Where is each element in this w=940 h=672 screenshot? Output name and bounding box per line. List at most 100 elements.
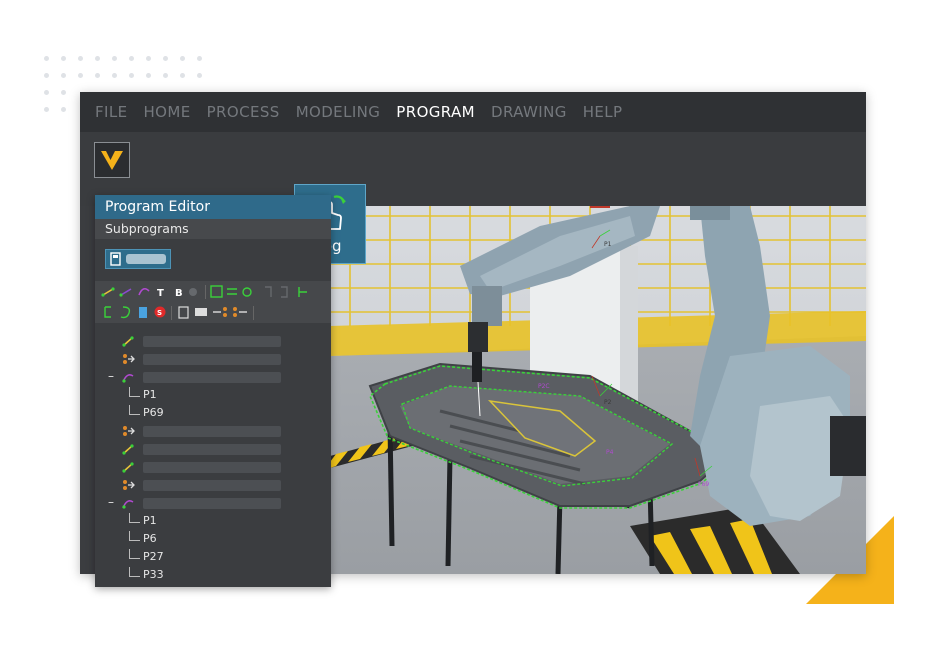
tree-branch-line (129, 513, 140, 523)
decorative-dot (61, 107, 66, 112)
add-joint-path-icon[interactable] (119, 288, 132, 297)
path-yellow-icon (122, 462, 134, 473)
menu-file[interactable]: FILE (95, 103, 128, 121)
tree-item-name-field (143, 372, 281, 383)
decorative-dot (129, 56, 134, 61)
path-yellow-icon (122, 336, 134, 347)
tree-item[interactable] (95, 333, 331, 349)
point-label-p69: P69 (698, 481, 709, 488)
io-orange-icon (123, 480, 135, 490)
point-label-p2c: P2C (538, 383, 550, 390)
decorative-dot (163, 73, 168, 78)
tree-item-name-field (143, 426, 281, 437)
tree-item[interactable] (95, 423, 331, 439)
tree-item[interactable] (95, 351, 331, 367)
decorative-dot (61, 73, 66, 78)
tree-item-expanded[interactable]: – (95, 495, 331, 511)
collapse-icon[interactable]: – (108, 495, 114, 509)
app-logo[interactable] (94, 142, 130, 178)
tool-t-button[interactable]: T (157, 288, 164, 299)
decorative-dot (44, 107, 49, 112)
decorative-dot (197, 56, 202, 61)
return-icon[interactable] (281, 286, 288, 298)
tree-item-name-field (143, 354, 281, 365)
add-linear-path-icon[interactable] (101, 287, 115, 297)
decorative-dot (78, 56, 83, 61)
timer-icon[interactable] (139, 307, 147, 318)
tree-child[interactable]: P1 (95, 387, 331, 403)
loop-icon[interactable] (242, 287, 252, 297)
tree-item-name-field (143, 498, 281, 509)
collapse-icon[interactable]: – (108, 369, 114, 383)
wait-icon[interactable] (104, 306, 111, 318)
record-icon[interactable] (189, 288, 197, 296)
decorative-dot (163, 56, 168, 61)
path-yellow-icon (122, 444, 134, 455)
tree-item-name-field (143, 336, 281, 347)
menu-program[interactable]: PROGRAM (396, 103, 475, 121)
tree-branch-line (129, 387, 140, 397)
tree-child-label: P1 (143, 514, 157, 527)
menu-bar: FILE HOME PROCESS MODELING PROGRAM DRAWI… (80, 92, 866, 132)
tree-item[interactable] (95, 441, 331, 457)
tree-item-name-field (143, 480, 281, 491)
tree-item-expanded[interactable]: – (95, 369, 331, 385)
decorative-dot (146, 56, 151, 61)
menu-help[interactable]: HELP (583, 103, 623, 121)
tree-branch-line (129, 567, 140, 577)
decorative-dot (95, 56, 100, 61)
tree-item[interactable] (95, 477, 331, 493)
refresh-icon[interactable] (120, 306, 131, 319)
list-icon[interactable] (227, 288, 237, 295)
path-purple-icon (122, 374, 134, 383)
tool-b-button[interactable]: B (175, 288, 183, 299)
tree-child[interactable]: P1 (95, 513, 331, 529)
menu-process[interactable]: PROCESS (207, 103, 280, 121)
step-icon[interactable] (265, 286, 272, 297)
menu-home[interactable]: HOME (144, 103, 191, 121)
decorative-dot (78, 73, 83, 78)
tree-child-label: P1 (143, 388, 157, 401)
tree-child-label: P69 (143, 406, 164, 419)
decorative-dot (197, 73, 202, 78)
tree-child-label: P27 (143, 550, 164, 563)
tree-child[interactable]: P33 (95, 567, 331, 583)
decorative-dot (61, 56, 66, 61)
decorative-dot (95, 73, 100, 78)
io-orange-icon (123, 426, 135, 436)
menu-drawing[interactable]: DRAWING (491, 103, 567, 121)
decorative-dot (112, 73, 117, 78)
program-toolbar: T B S (95, 281, 331, 323)
print-icon[interactable] (195, 308, 207, 316)
point-label-p4: P4 (606, 449, 614, 456)
stop-icon-glyph: S (157, 309, 162, 317)
panel-subtitle: Subprograms (95, 219, 331, 239)
add-arc-path-icon[interactable] (138, 287, 150, 296)
subprogram-selector[interactable] (105, 249, 171, 269)
tree-child[interactable]: P69 (95, 405, 331, 421)
decorative-dot (129, 73, 134, 78)
decorative-dot (180, 56, 185, 61)
tree-child[interactable]: P27 (95, 549, 331, 565)
branch-icon[interactable] (298, 287, 307, 297)
file-icon (110, 252, 121, 266)
io-orange-icon (123, 354, 135, 364)
point-label-p2: P2 (604, 399, 612, 406)
logo-icon (101, 151, 123, 170)
decorative-dot (146, 73, 151, 78)
decorative-dot (180, 73, 185, 78)
menu-modeling[interactable]: MODELING (296, 103, 381, 121)
tree-child[interactable]: P6 (95, 531, 331, 547)
subprogram-name-field[interactable] (126, 254, 166, 264)
program-editor-panel: Program Editor Subprograms T B S – P1 P6… (95, 195, 331, 587)
io-icon[interactable] (233, 307, 237, 311)
comment-icon[interactable] (178, 306, 189, 319)
tree-item-name-field (143, 462, 281, 473)
decorative-dot (112, 56, 117, 61)
tree-branch-line (129, 531, 140, 541)
frame-icon[interactable] (210, 285, 223, 298)
decorative-dot (61, 90, 66, 95)
3d-viewport[interactable]: P1 P2 P2C P4 P69 (330, 206, 866, 574)
toolbar-icons: T B S (101, 285, 307, 320)
tree-item[interactable] (95, 459, 331, 475)
